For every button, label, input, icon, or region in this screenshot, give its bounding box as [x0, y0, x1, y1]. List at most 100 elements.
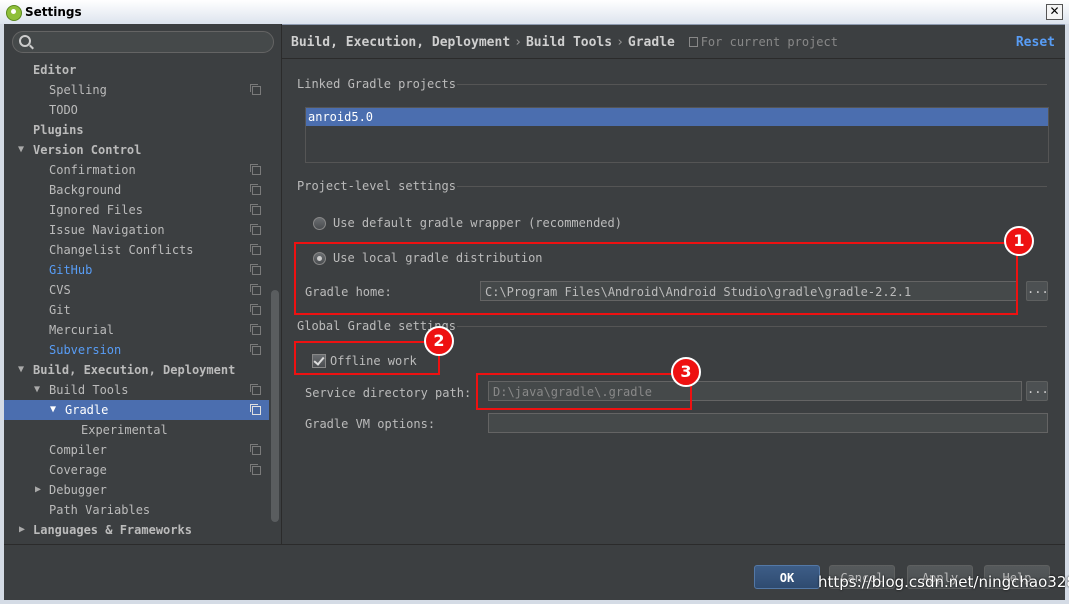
project-scope-note: For current project	[688, 35, 838, 49]
project-scope-icon	[250, 284, 261, 295]
close-icon[interactable]: ✕	[1046, 4, 1063, 20]
sidebar-item-background[interactable]: Background	[4, 180, 269, 200]
footer-divider	[4, 544, 1065, 545]
annotation-box-2	[294, 341, 440, 375]
sidebar-item-changelist-conflicts[interactable]: Changelist Conflicts	[4, 240, 269, 260]
breadcrumb-part: Build Tools	[525, 35, 613, 50]
service-directory-browse-button[interactable]: ...	[1026, 381, 1049, 401]
sidebar-item-compiler[interactable]: Compiler	[4, 440, 269, 460]
sidebar-item-label: Build Tools	[49, 383, 129, 397]
project-level-title: Project-level settings	[297, 179, 456, 193]
linked-projects-list[interactable]: anroid5.0	[305, 107, 1049, 163]
sidebar-item-label: Version Control	[33, 143, 142, 157]
sidebar-item-github[interactable]: GitHub	[4, 260, 269, 280]
annotation-badge-1: 1	[1004, 226, 1034, 256]
section-divider	[457, 326, 1047, 327]
sidebar-item-build-tools[interactable]: ▼ Build Tools	[4, 380, 269, 400]
project-scope-icon	[250, 164, 261, 175]
breadcrumb-separator: ›	[616, 35, 624, 50]
expanded-arrow-icon[interactable]: ▼	[50, 400, 56, 420]
sidebar-item-label: Editor	[33, 63, 77, 77]
annotation-box-1	[294, 242, 1018, 315]
default-wrapper-label[interactable]: Use default gradle wrapper (recommended)	[333, 216, 622, 230]
section-divider	[457, 84, 1047, 85]
sidebar-item-gradle[interactable]: ▼ Gradle	[4, 400, 269, 420]
sidebar-item-label: Spelling	[49, 83, 107, 97]
sidebar-item-label: Plugins	[33, 123, 84, 137]
sidebar-item-subversion[interactable]: Subversion	[4, 340, 269, 360]
sidebar-item-build-execution-deployment[interactable]: ▼ Build, Execution, Deployment	[4, 360, 269, 380]
gradle-vm-options-label: Gradle VM options:	[305, 417, 436, 431]
gradle-vm-options-field[interactable]	[488, 413, 1048, 433]
sidebar-item-version-control[interactable]: ▼ Version Control	[4, 140, 269, 160]
project-scope-icon	[250, 84, 261, 95]
sidebar-item-spelling[interactable]: Spelling	[4, 80, 269, 100]
project-scope-icon	[250, 384, 261, 395]
expanded-arrow-icon[interactable]: ▼	[18, 360, 24, 380]
settings-content: Build, Execution, Deployment › Build Tools…	[282, 24, 1065, 544]
project-scope-label: For current project	[700, 35, 838, 49]
sidebar-item-path-variables[interactable]: Path Variables	[4, 500, 269, 520]
default-wrapper-radio[interactable]	[313, 217, 326, 230]
project-scope-icon	[250, 304, 261, 315]
expanded-arrow-icon[interactable]: ▼	[18, 140, 24, 160]
ok-button[interactable]: OK	[754, 565, 820, 589]
project-scope-icon	[688, 37, 698, 47]
sidebar-item-git[interactable]: Git	[4, 300, 269, 320]
project-scope-icon	[250, 324, 261, 335]
collapsed-arrow-icon[interactable]: ▶	[19, 520, 25, 540]
header-divider	[282, 58, 1065, 59]
expanded-arrow-icon[interactable]: ▼	[34, 380, 40, 400]
sidebar-item-issue-navigation[interactable]: Issue Navigation	[4, 220, 269, 240]
breadcrumb: Build, Execution, Deployment › Build Tools…	[291, 35, 838, 50]
window-title-bar: Settings ✕	[0, 0, 1069, 25]
sidebar-item-label: CVS	[49, 283, 71, 297]
sidebar-item-label: Coverage	[49, 463, 107, 477]
sidebar-item-ignored-files[interactable]: Ignored Files	[4, 200, 269, 220]
sidebar-item-plugins[interactable]: Plugins	[4, 120, 269, 140]
linked-project-row[interactable]: anroid5.0	[306, 108, 1048, 126]
sidebar-item-experimental[interactable]: Experimental	[4, 420, 269, 440]
sidebar-item-label: Compiler	[49, 443, 107, 457]
sidebar-item-label: Experimental	[81, 423, 168, 437]
project-scope-icon	[250, 404, 261, 415]
project-scope-icon	[250, 344, 261, 355]
sidebar-item-label: Path Variables	[49, 503, 151, 517]
sidebar-item-coverage[interactable]: Coverage	[4, 460, 269, 480]
search-icon	[19, 35, 31, 47]
annotation-badge-3: 3	[671, 357, 701, 387]
window-title: Settings	[25, 5, 82, 19]
project-scope-icon	[250, 264, 261, 275]
sidebar-item-confirmation[interactable]: Confirmation	[4, 160, 269, 180]
sidebar-item-label: Background	[49, 183, 122, 197]
window-frame-right	[1065, 24, 1069, 604]
linked-projects-title: Linked Gradle projects	[297, 77, 456, 91]
sidebar-item-label: Languages & Frameworks	[33, 523, 192, 537]
sidebar-item-cvs[interactable]: CVS	[4, 280, 269, 300]
sidebar-item-label: Build, Execution, Deployment	[33, 363, 236, 377]
window-frame-bottom	[0, 600, 1069, 604]
sidebar-scrollbar[interactable]	[271, 290, 279, 522]
sidebar-item-todo[interactable]: TODO	[4, 100, 269, 120]
sidebar-item-label: Ignored Files	[49, 203, 143, 217]
settings-search-input[interactable]	[12, 31, 274, 53]
gradle-home-browse-button[interactable]: ...	[1026, 281, 1049, 301]
collapsed-arrow-icon[interactable]: ▶	[35, 480, 41, 500]
reset-link[interactable]: Reset	[1016, 35, 1055, 50]
sidebar-item-languages-frameworks[interactable]: ▶ Languages & Frameworks	[4, 520, 269, 540]
sidebar-item-label: Mercurial	[49, 323, 115, 337]
project-scope-icon	[250, 224, 261, 235]
annotation-box-3	[476, 373, 692, 410]
project-scope-icon	[250, 184, 261, 195]
breadcrumb-part: Gradle	[627, 35, 675, 50]
breadcrumb-separator: ›	[514, 35, 522, 50]
sidebar-item-debugger[interactable]: ▶ Debugger	[4, 480, 269, 500]
sidebar-item-label: Changelist Conflicts	[49, 243, 194, 257]
sidebar-item-label: TODO	[49, 103, 78, 117]
section-divider	[457, 186, 1047, 187]
project-scope-icon	[250, 464, 261, 475]
sidebar-item-label: Subversion	[49, 343, 122, 357]
service-directory-label: Service directory path:	[305, 386, 472, 400]
sidebar-item-mercurial[interactable]: Mercurial	[4, 320, 269, 340]
sidebar-item-editor[interactable]: Editor	[4, 60, 269, 80]
